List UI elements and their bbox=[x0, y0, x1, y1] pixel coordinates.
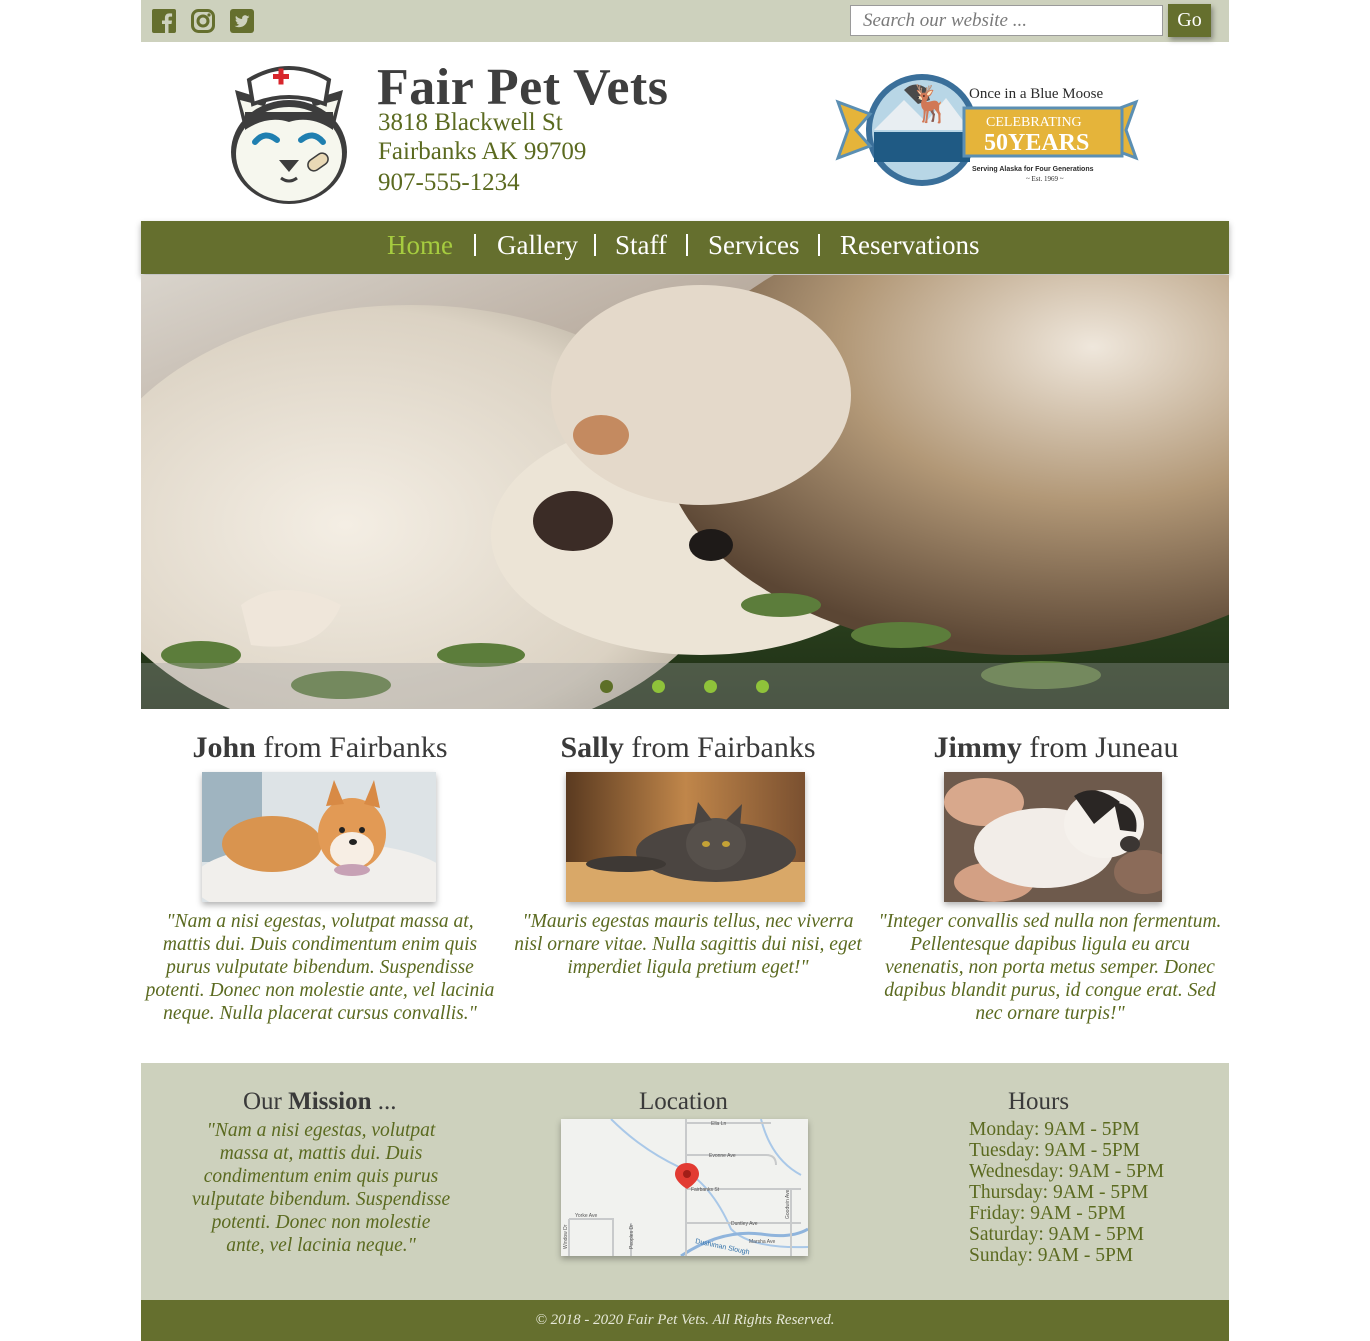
hours-thursday: Thursday: 9AM - 5PM bbox=[969, 1182, 1149, 1203]
badge-line-4: Serving Alaska for Four Generations bbox=[972, 166, 1094, 173]
map-label-duntley-ave: Duntley Ave bbox=[731, 1221, 758, 1227]
map-label-ella-ln: Ella Ln bbox=[711, 1121, 727, 1127]
hours-sunday: Sunday: 9AM - 5PM bbox=[969, 1245, 1134, 1266]
location-map[interactable]: Ella Ln Evonne Ave Fairbanks St Yorke Av… bbox=[561, 1119, 808, 1256]
location-heading: Location bbox=[639, 1088, 728, 1115]
badge-line-2: CELEBRATING bbox=[986, 115, 1082, 130]
husky-nurse-logo bbox=[231, 66, 347, 204]
map-label-yorke-ave: Yorke Ave bbox=[575, 1213, 597, 1219]
badge-line-1: Once in a Blue Moose bbox=[969, 86, 1103, 102]
map-label-evonne-ave: Evonne Ave bbox=[709, 1153, 736, 1159]
nav-divider bbox=[686, 234, 688, 256]
copyright-footer: © 2018 - 2020 Fair Pet Vets. All Rights … bbox=[141, 1300, 1229, 1341]
testimonial-quote: "Integer convallis sed nulla non ferment… bbox=[878, 911, 1222, 1024]
address-line-1: 3818 Blackwell St bbox=[378, 109, 563, 136]
hours-tuesday: Tuesday: 9AM - 5PM bbox=[969, 1140, 1141, 1161]
mission-text: "Nam a nisi egestas, volutpat massa at, … bbox=[191, 1120, 451, 1256]
testimonial-photo-french-bulldog bbox=[944, 772, 1162, 902]
map-label-fairbanks-st: Fairbanks St bbox=[691, 1187, 720, 1193]
twitter-icon[interactable] bbox=[230, 9, 254, 33]
main-nav: Home Gallery Staff Services Reservations bbox=[141, 221, 1229, 274]
go-button[interactable]: Go bbox=[1168, 4, 1211, 37]
testimonial-heading: Sally from Fairbanks bbox=[560, 731, 816, 764]
search-input[interactable] bbox=[850, 5, 1163, 36]
testimonial-photo-shiba-puppy bbox=[202, 772, 436, 902]
carousel-dot-4[interactable] bbox=[756, 680, 769, 693]
svg-text:🦌: 🦌 bbox=[908, 83, 953, 124]
hours-friday: Friday: 9AM - 5PM bbox=[969, 1203, 1126, 1224]
mission-heading: Our Mission ... bbox=[243, 1088, 397, 1115]
testimonial-quote: "Mauris egestas mauris tellus, nec viver… bbox=[514, 911, 862, 978]
testimonial-heading: Jimmy from Juneau bbox=[933, 731, 1179, 764]
address-line-2: Fairbanks AK 99709 bbox=[378, 138, 587, 165]
testimonial-heading: John from Fairbanks bbox=[192, 731, 448, 764]
hours-heading: Hours bbox=[1008, 1088, 1070, 1115]
carousel-dot-2[interactable] bbox=[652, 680, 665, 693]
nav-divider bbox=[594, 234, 596, 256]
hours-list: Monday: 9AM - 5PM Tuesday: 9AM - 5PM Wed… bbox=[969, 1119, 1164, 1266]
instagram-icon[interactable] bbox=[191, 9, 215, 33]
testimonial-photo-grey-cat bbox=[566, 772, 805, 902]
hero-image-cat-and-dog bbox=[141, 275, 1229, 709]
hours-wednesday: Wednesday: 9AM - 5PM bbox=[969, 1161, 1165, 1182]
phone-number[interactable]: 907-555-1234 bbox=[378, 169, 520, 197]
testimonial-quote: "Nam a nisi egestas, volutpat massa at, … bbox=[145, 911, 495, 1024]
page: Go Fair Pet Vets 3818 Blackwell St Fairb… bbox=[141, 0, 1229, 1341]
nav-home[interactable]: Home bbox=[387, 230, 453, 261]
nav-divider bbox=[818, 234, 820, 256]
top-bar: Go bbox=[141, 0, 1229, 42]
info-section: Our Mission ... "Nam a nisi egestas, vol… bbox=[141, 1063, 1229, 1300]
map-label-window-dr: Window Dr bbox=[563, 1224, 569, 1249]
map-label-marsha-ave: Marsha Ave bbox=[749, 1239, 776, 1245]
nav-services[interactable]: Services bbox=[708, 230, 799, 261]
map-label-goodwin-ave: Goodwin Ave bbox=[785, 1189, 791, 1219]
badge-line-5: ~ Est. 1969 ~ bbox=[1026, 175, 1064, 183]
anniversary-badge: 🦌 Once in a Blue Moose CELEBRATING 50YEA… bbox=[835, 74, 1139, 186]
carousel-dot-3[interactable] bbox=[704, 680, 717, 693]
carousel-indicator-bar bbox=[141, 663, 1229, 709]
nav-staff[interactable]: Staff bbox=[615, 230, 667, 261]
hours-saturday: Saturday: 9AM - 5PM bbox=[969, 1224, 1144, 1245]
hours-monday: Monday: 9AM - 5PM bbox=[969, 1119, 1140, 1140]
nav-gallery[interactable]: Gallery bbox=[497, 230, 578, 261]
carousel-dot-1[interactable] bbox=[600, 680, 613, 693]
facebook-icon[interactable] bbox=[152, 9, 176, 33]
map-label-peoples-dr: Peoples Dr bbox=[629, 1224, 635, 1249]
hero-carousel[interactable] bbox=[141, 275, 1229, 709]
badge-line-3: 50YEARS bbox=[984, 130, 1089, 156]
nav-reservations[interactable]: Reservations bbox=[840, 230, 979, 261]
nav-divider bbox=[474, 234, 476, 256]
